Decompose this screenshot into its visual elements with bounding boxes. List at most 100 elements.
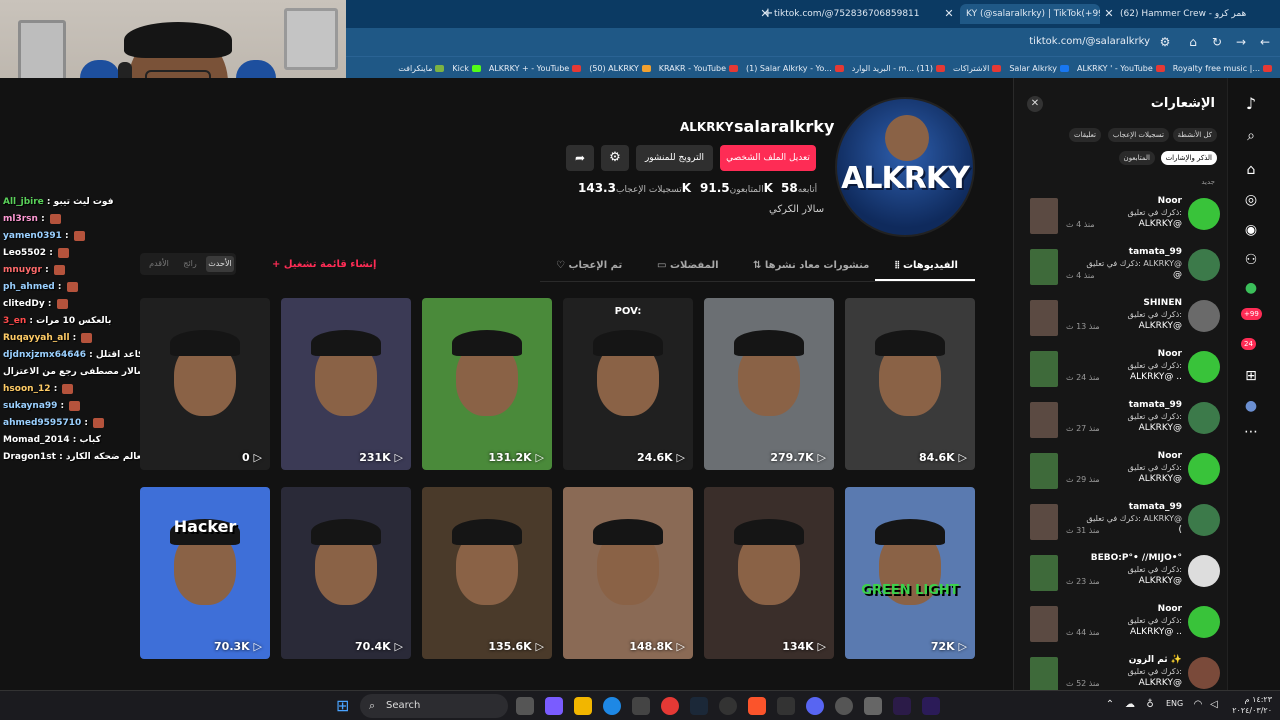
stat-followers[interactable]: المتابعون91.5K [697, 180, 773, 196]
chrome-icon[interactable] [661, 697, 679, 715]
notification-item[interactable]: SHINEN ذكرك في تعليق: ALKRKY@ منذ 13 ث [1030, 296, 1220, 344]
notification-item[interactable]: tamata_99 ذكرك في تعليق: ALKRKY@ @ منذ 4 ث [1030, 245, 1220, 293]
live-icon[interactable]: ◉ [1241, 220, 1261, 240]
bookmark-item[interactable]: ALKRKY ' - YouTube [1077, 64, 1165, 73]
chip-likes[interactable]: تسجيلات الإعجاب [1107, 128, 1169, 142]
video-card[interactable]: 135.6K ▷ [422, 487, 552, 659]
obs-icon[interactable] [719, 697, 737, 715]
notification-user-avatar[interactable] [1188, 453, 1220, 485]
chip-mentions[interactable]: الذكر والإشارات [1160, 151, 1217, 165]
bookmark-item[interactable]: Salar Alkrky [1009, 64, 1069, 73]
stat-following[interactable]: أتابعه58 [778, 180, 817, 196]
store-icon[interactable] [632, 697, 650, 715]
home-icon[interactable]: ⌂ [1241, 160, 1261, 180]
bookmark-item[interactable]: الاشتراكات [953, 64, 1002, 73]
create-playlist-button[interactable]: + إنشاء قائمة تشغيل [272, 259, 376, 270]
notification-video-thumbnail[interactable] [1030, 198, 1058, 234]
tray-cloud-icon[interactable]: ☁ [1124, 699, 1136, 711]
video-card[interactable]: 84.6K ▷ [845, 298, 975, 470]
notification-username[interactable]: SHINEN [1143, 298, 1182, 308]
notification-user-avatar[interactable] [1188, 504, 1220, 536]
notification-username[interactable]: Noor [1158, 349, 1182, 359]
copilot-icon[interactable] [545, 697, 563, 715]
bookmark-item[interactable]: Kick [452, 64, 481, 73]
video-card[interactable]: 148.8K ▷ [563, 487, 693, 659]
task-view-icon[interactable] [516, 697, 534, 715]
search-icon[interactable]: ⌕ [1241, 126, 1261, 146]
notification-user-avatar[interactable] [1188, 198, 1220, 230]
sort-popular[interactable]: رائج [176, 256, 204, 272]
close-tab-icon[interactable]: ✕ [942, 4, 956, 24]
notification-item[interactable]: tamata_99 ذكرك في تعليق: ALKRKY@ منذ 27 ث [1030, 398, 1220, 446]
notification-video-thumbnail[interactable] [1030, 453, 1058, 489]
settings-gear-icon[interactable]: ⚙ [601, 145, 629, 171]
edit-profile-button[interactable]: تعديل الملف الشخصي [720, 145, 816, 171]
bookmark-item[interactable]: ALKRKY + - YouTube [489, 64, 582, 73]
tray-mic-icon[interactable]: ♁ [1144, 699, 1156, 711]
notification-item[interactable]: Noor ذكرك في تعليق: ALKRKY@ منذ 4 ث [1030, 194, 1220, 242]
notification-user-avatar[interactable] [1188, 657, 1220, 689]
notification-video-thumbnail[interactable] [1030, 351, 1058, 387]
tray-clock[interactable]: ١٤:٢٣ م ٢٠٢٤/٠٣/٢٠ [1228, 694, 1272, 716]
chip-followers[interactable]: المتابعون [1118, 151, 1155, 165]
bookmark-item[interactable]: KRAKR - YouTube [659, 64, 739, 73]
notification-user-avatar[interactable] [1188, 555, 1220, 587]
app-icon[interactable] [864, 697, 882, 715]
notification-item[interactable]: Noor ذكرك في تعليق: ALKRKY@ منذ 29 ث [1030, 449, 1220, 497]
notification-video-thumbnail[interactable] [1030, 504, 1058, 540]
site-settings-icon[interactable]: ⚙ [1156, 33, 1174, 51]
notification-user-avatar[interactable] [1188, 300, 1220, 332]
notification-item[interactable]: tamata_99 ذكرك في تعليق: ALKRKY@ (منذ 31 ث [1030, 500, 1220, 548]
tray-language[interactable]: ENG [1166, 699, 1183, 708]
tab-reposts[interactable]: ⇅ منشورات معاد نشرها [753, 256, 869, 276]
notification-username[interactable]: BEBO:P°• //MIJO•° [1091, 553, 1182, 563]
notification-user-avatar[interactable] [1188, 606, 1220, 638]
sort-latest[interactable]: الأحدث [206, 256, 234, 272]
close-icon[interactable]: ✕ [1027, 96, 1043, 112]
notification-username[interactable]: ثم الزون ✨ [1129, 655, 1182, 665]
notification-user-avatar[interactable] [1188, 402, 1220, 434]
tab-tiktok-profile[interactable]: KY (@salaralkrky) | TikTok(+99) [960, 4, 1100, 24]
video-card[interactable]: POV: 24.6K ▷ [563, 298, 693, 470]
friends-avatar-icon[interactable]: ● [1241, 278, 1261, 298]
video-card[interactable]: 231K ▷ [281, 298, 411, 470]
notification-video-thumbnail[interactable] [1030, 402, 1058, 438]
notification-username[interactable]: Noor [1158, 604, 1182, 614]
upload-icon[interactable]: ⊞ [1241, 366, 1261, 386]
notification-video-thumbnail[interactable] [1030, 300, 1058, 336]
discord-icon[interactable] [806, 697, 824, 715]
tray-wifi-icon[interactable]: ◠ [1192, 699, 1204, 711]
tiktok-logo-icon[interactable]: ♪ [1241, 94, 1261, 114]
tab-hammer-crew[interactable]: (62) Hammer Crew - همر كرو [1120, 4, 1250, 24]
notification-item[interactable]: BEBO:P°• //MIJO•° ذكرك في تعليق: ALKRKY@ من… [1030, 551, 1220, 599]
file-explorer-icon[interactable] [574, 697, 592, 715]
tab-favorites[interactable]: ▭ المفضلات [657, 256, 719, 276]
forward-icon[interactable]: → [1232, 33, 1250, 51]
brave-icon[interactable] [748, 697, 766, 715]
notification-username[interactable]: tamata_99 [1129, 247, 1182, 257]
bookmark-item[interactable]: Royalty free music |... [1173, 64, 1272, 73]
app-icon[interactable] [835, 697, 853, 715]
profile-avatar-icon[interactable]: ● [1241, 396, 1261, 416]
steam-icon[interactable] [690, 697, 708, 715]
windows-start-icon[interactable]: ⊞ [336, 697, 354, 715]
tab-tiktok-video[interactable]: tiktok.com/@752836706859811 [774, 4, 940, 24]
video-card[interactable]: Hacker 70.3K ▷ [140, 487, 270, 659]
new-tab-button[interactable]: + [760, 4, 776, 24]
video-card[interactable]: 131.2K ▷ [422, 298, 552, 470]
promote-post-button[interactable]: الترويج للمنشور [636, 145, 713, 171]
chip-all-activity[interactable]: كل الأنشطة [1172, 128, 1217, 142]
address-field[interactable]: tiktok.com/@salaralkrky [1029, 33, 1150, 51]
capcut-icon[interactable] [777, 697, 795, 715]
following-icon[interactable]: ⚇ [1241, 250, 1261, 270]
notification-username[interactable]: tamata_99 [1129, 502, 1182, 512]
notification-user-avatar[interactable] [1188, 351, 1220, 383]
profile-avatar[interactable]: ALKRKY [835, 97, 975, 237]
home-icon[interactable]: ⌂ [1184, 33, 1202, 51]
messages-badge[interactable]: 24 [1241, 338, 1256, 350]
explore-icon[interactable]: ◎ [1241, 190, 1261, 210]
premiere-icon[interactable] [922, 697, 940, 715]
video-card[interactable]: GREEN LIGHT 72K ▷ [845, 487, 975, 659]
edge-icon[interactable] [603, 697, 621, 715]
photoshop-icon[interactable] [893, 697, 911, 715]
